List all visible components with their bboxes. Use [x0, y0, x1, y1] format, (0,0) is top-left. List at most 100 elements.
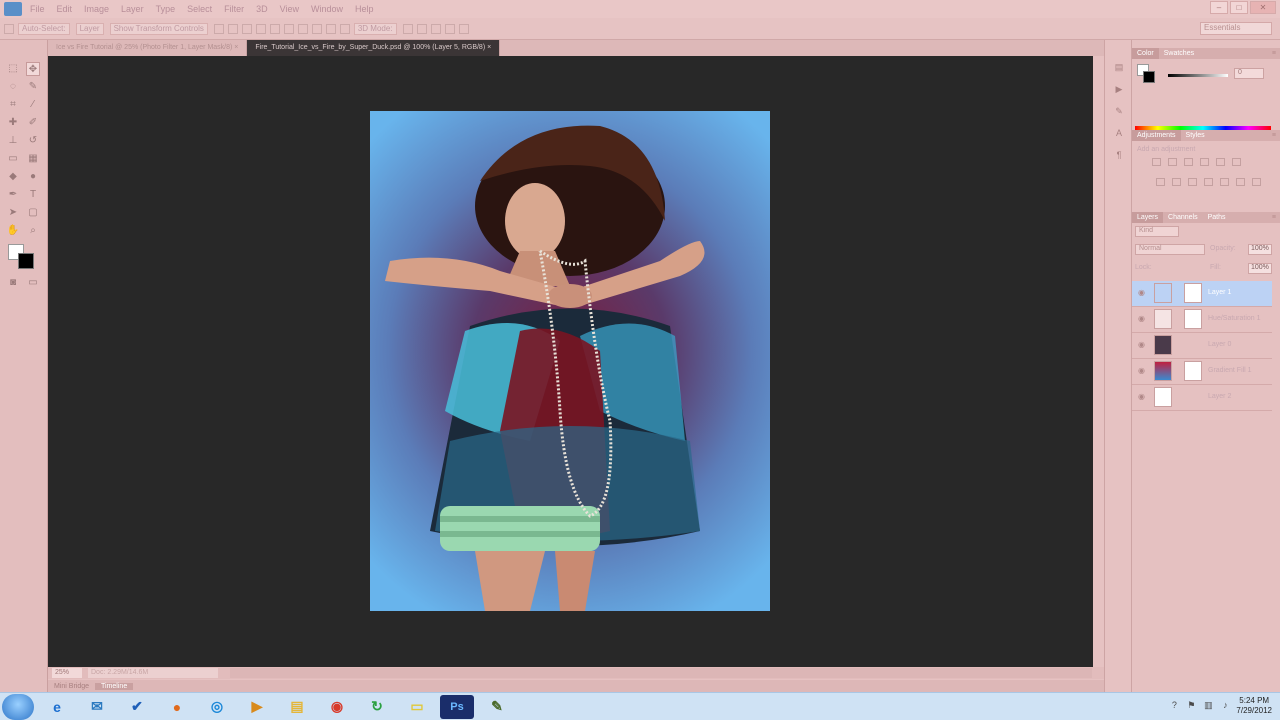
- quick-select-tool-icon[interactable]: ✎: [26, 80, 40, 94]
- type-tool-icon[interactable]: T: [26, 188, 40, 202]
- lasso-tool-icon[interactable]: ◌: [6, 80, 20, 94]
- background-color-swatch[interactable]: [18, 253, 34, 269]
- tab-styles[interactable]: Styles: [1181, 130, 1210, 141]
- tab-swatches[interactable]: Swatches: [1159, 48, 1199, 59]
- color-balance-icon[interactable]: [1172, 178, 1181, 186]
- folder-icon[interactable]: ▤: [280, 695, 314, 719]
- menu-image[interactable]: Image: [84, 4, 109, 14]
- tab-fire-tutorial-doc[interactable]: Fire_Tutorial_Ice_vs_Fire_by_Super_Duck.…: [247, 40, 501, 56]
- quick-mask-icon[interactable]: ◙: [6, 276, 20, 290]
- notes-icon[interactable]: ▭: [400, 695, 434, 719]
- vibrance-icon[interactable]: [1216, 158, 1225, 166]
- safari-icon[interactable]: ◎: [200, 695, 234, 719]
- wlm-icon[interactable]: ✉: [80, 695, 114, 719]
- minimize-button[interactable]: –: [1210, 1, 1228, 14]
- layer-name[interactable]: Layer 2: [1208, 393, 1231, 400]
- align-top-icon[interactable]: [213, 23, 224, 34]
- eraser-tool-icon[interactable]: ▭: [6, 152, 20, 166]
- tab-timeline[interactable]: Timeline: [95, 682, 134, 690]
- align-middle-icon[interactable]: [227, 23, 238, 34]
- tab-layers[interactable]: Layers: [1132, 212, 1164, 223]
- vertical-scrollbar[interactable]: [1093, 56, 1104, 667]
- curves-icon[interactable]: [1184, 158, 1193, 166]
- clone-stamp-tool-icon[interactable]: ⊥: [6, 134, 20, 148]
- tab-ice-vs-fire-doc[interactable]: Ice vs Fire Tutorial @ 25% (Photo Filter…: [48, 40, 248, 56]
- menu-layer[interactable]: Layer: [121, 4, 144, 14]
- fill-field[interactable]: 100%: [1248, 263, 1272, 274]
- 3d-slide-icon[interactable]: [444, 23, 455, 34]
- tray-volume-icon[interactable]: ♪: [1219, 700, 1231, 712]
- start-button[interactable]: [2, 693, 34, 720]
- layer-mask-thumbnail[interactable]: [1184, 309, 1202, 329]
- ie-icon[interactable]: e: [40, 695, 74, 719]
- layer-name[interactable]: Layer 1: [1208, 289, 1231, 296]
- task-icon[interactable]: ✔: [120, 695, 154, 719]
- menu-select[interactable]: Select: [187, 4, 212, 14]
- crop-tool-icon[interactable]: ⌗: [6, 98, 20, 112]
- show-transform-checkbox[interactable]: Show Transform Controls: [109, 22, 208, 35]
- distribute-middle-icon[interactable]: [311, 23, 322, 34]
- layers-panel-menu-icon[interactable]: ≡: [1272, 212, 1280, 223]
- zoom-tool-icon[interactable]: ⌕: [26, 224, 40, 238]
- layer-mask-thumbnail[interactable]: [1184, 283, 1202, 303]
- menu-edit[interactable]: Edit: [57, 4, 73, 14]
- dodge-tool-icon[interactable]: ●: [26, 170, 40, 184]
- menu-file[interactable]: File: [30, 4, 45, 14]
- media-icon[interactable]: ▶: [240, 695, 274, 719]
- history-icon[interactable]: ▤: [1112, 62, 1126, 74]
- invert-icon[interactable]: [1252, 178, 1261, 186]
- menu-3d[interactable]: 3D: [256, 4, 268, 14]
- color-lookup-icon[interactable]: [1236, 178, 1245, 186]
- layer-name[interactable]: Layer 0: [1208, 341, 1231, 348]
- black-white-icon[interactable]: [1188, 178, 1197, 186]
- layer-filter-kind[interactable]: Kind: [1135, 226, 1179, 237]
- channel-mixer-icon[interactable]: [1220, 178, 1229, 186]
- chrome-icon[interactable]: ◉: [320, 695, 354, 719]
- actions-icon[interactable]: ▶: [1112, 84, 1126, 96]
- hand-tool-icon[interactable]: ✋: [6, 224, 20, 238]
- brightness-contrast-icon[interactable]: [1152, 158, 1161, 166]
- visibility-eye-icon[interactable]: ◉: [1138, 288, 1148, 298]
- script-icon[interactable]: ✎: [480, 695, 514, 719]
- document-artwork[interactable]: [370, 111, 770, 611]
- firefox-icon[interactable]: ●: [160, 695, 194, 719]
- eyedropper-tool-icon[interactable]: ⁄: [26, 98, 40, 112]
- horizontal-scrollbar[interactable]: [230, 668, 1092, 678]
- distribute-bottom-icon[interactable]: [325, 23, 336, 34]
- brush-presets-icon[interactable]: ✎: [1112, 106, 1126, 118]
- character-icon[interactable]: A: [1112, 128, 1126, 140]
- 3d-pan-icon[interactable]: [430, 23, 441, 34]
- color-value-field[interactable]: 0: [1234, 68, 1264, 79]
- tab-paths[interactable]: Paths: [1203, 212, 1231, 223]
- layer-row-gradient-fill[interactable]: ◉ Gradient Fill 1: [1132, 359, 1272, 385]
- photoshop-icon[interactable]: Ps: [440, 694, 474, 719]
- color-panel-background-swatch[interactable]: [1143, 71, 1155, 83]
- layer-mask-thumbnail[interactable]: [1184, 361, 1202, 381]
- history-brush-tool-icon[interactable]: ↺: [26, 134, 40, 148]
- visibility-eye-icon[interactable]: ◉: [1138, 392, 1148, 402]
- layer-row-hue-saturation[interactable]: ◉ Hue/Saturation 1: [1132, 307, 1272, 333]
- pen-tool-icon[interactable]: ✒: [6, 188, 20, 202]
- distribute-top-icon[interactable]: [297, 23, 308, 34]
- tab-channels[interactable]: Channels: [1163, 212, 1203, 223]
- 3d-scale-icon[interactable]: [458, 23, 469, 34]
- menu-view[interactable]: View: [280, 4, 299, 14]
- opacity-field[interactable]: 100%: [1248, 244, 1272, 255]
- gradient-tool-icon[interactable]: ▦: [26, 152, 40, 166]
- healing-brush-tool-icon[interactable]: ✚: [6, 116, 20, 130]
- layer-name[interactable]: Gradient Fill 1: [1208, 367, 1252, 374]
- marquee-tool-icon[interactable]: ⬚: [6, 62, 20, 76]
- tray-help-icon[interactable]: ?: [1168, 700, 1180, 712]
- align-center-icon[interactable]: [269, 23, 280, 34]
- visibility-eye-icon[interactable]: ◉: [1138, 314, 1148, 324]
- layer-row-layer-0[interactable]: ◉ Layer 0: [1132, 333, 1272, 359]
- screen-mode-icon[interactable]: ▭: [26, 276, 40, 290]
- menu-filter[interactable]: Filter: [224, 4, 244, 14]
- tab-color[interactable]: Color: [1132, 48, 1159, 59]
- path-selection-tool-icon[interactable]: ➤: [6, 206, 20, 220]
- menu-type[interactable]: Type: [156, 4, 176, 14]
- auto-align-icon[interactable]: [339, 23, 350, 34]
- 3d-roll-icon[interactable]: [416, 23, 427, 34]
- 3d-rotate-icon[interactable]: [402, 23, 413, 34]
- shape-tool-icon[interactable]: ▢: [26, 206, 40, 220]
